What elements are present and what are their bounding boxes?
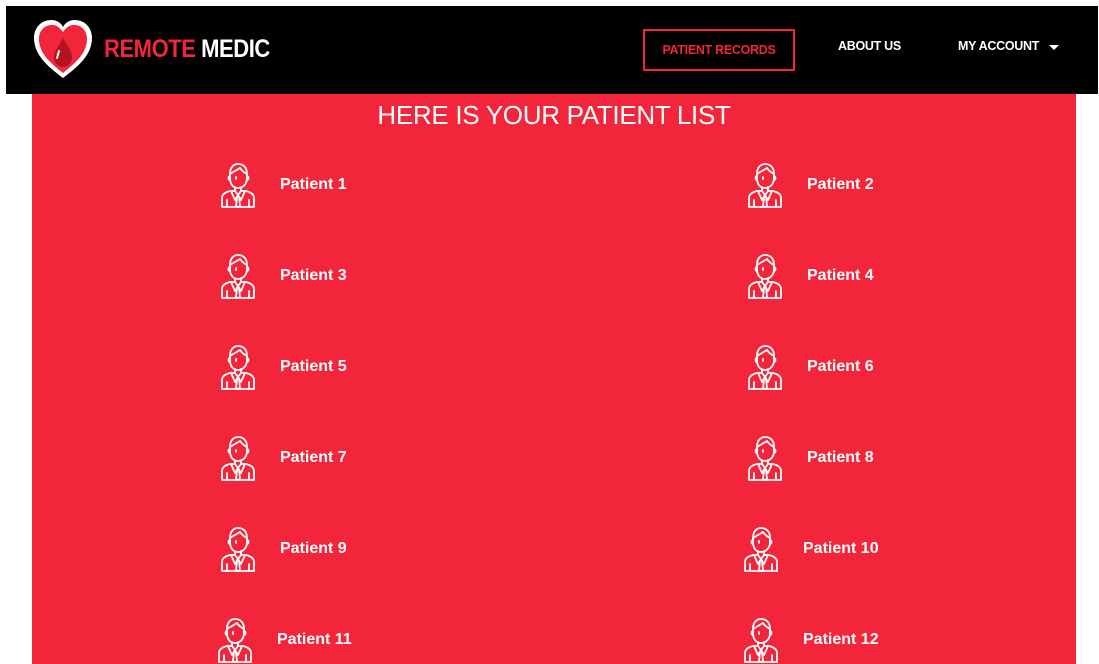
patient-avatar-icon (220, 162, 256, 208)
caret-down-icon (1049, 44, 1060, 50)
nav-about-us-link[interactable]: ABOUT US (838, 39, 901, 53)
brand-name: REMOTE MEDIC (104, 35, 270, 64)
brand[interactable]: REMOTE MEDIC (30, 16, 292, 82)
patient-name: Patient 10 (803, 540, 879, 557)
patient-item-12[interactable]: Patient 12 (743, 617, 879, 663)
top-navbar: REMOTE MEDIC PATIENT RECORDS ABOUT US MY… (6, 6, 1098, 94)
patient-item-7[interactable]: Patient 7 (220, 435, 347, 481)
patient-name: Patient 6 (807, 358, 874, 375)
patient-avatar-icon (747, 253, 783, 299)
patient-avatar-icon (743, 526, 779, 572)
patient-item-2[interactable]: Patient 2 (747, 162, 874, 208)
patient-item-11[interactable]: Patient 11 (217, 617, 352, 663)
patient-item-6[interactable]: Patient 6 (747, 344, 874, 390)
patient-avatar-icon (747, 162, 783, 208)
patient-name: Patient 11 (277, 631, 352, 648)
patient-avatar-icon (217, 617, 253, 663)
patient-item-4[interactable]: Patient 4 (747, 253, 874, 299)
nav-my-account-label: MY ACCOUNT (958, 39, 1040, 53)
patient-name: Patient 5 (280, 358, 347, 375)
patient-name: Patient 3 (280, 267, 347, 284)
patient-avatar-icon (747, 435, 783, 481)
patient-name: Patient 4 (807, 267, 874, 284)
patient-name: Patient 9 (280, 540, 347, 557)
patient-list-panel: HERE IS YOUR PATIENT LIST Patient 1 Pati… (32, 94, 1076, 664)
nav-patient-records-button[interactable]: PATIENT RECORDS (643, 29, 795, 71)
patient-avatar-icon (220, 526, 256, 572)
patient-item-5[interactable]: Patient 5 (220, 344, 347, 390)
patient-name: Patient 7 (280, 449, 347, 466)
patient-name: Patient 12 (803, 631, 879, 648)
patient-item-10[interactable]: Patient 10 (743, 526, 879, 572)
heart-blood-drop-icon (34, 20, 92, 78)
brand-name-medic: MEDIC (201, 34, 270, 63)
patient-item-3[interactable]: Patient 3 (220, 253, 347, 299)
patient-avatar-icon (220, 253, 256, 299)
patient-avatar-icon (220, 435, 256, 481)
patient-avatar-icon (220, 344, 256, 390)
patient-avatar-icon (743, 617, 779, 663)
patient-item-8[interactable]: Patient 8 (747, 435, 874, 481)
patient-name: Patient 8 (807, 449, 874, 466)
patient-item-9[interactable]: Patient 9 (220, 526, 347, 572)
nav-about-us-label: ABOUT US (838, 39, 901, 53)
patient-item-1[interactable]: Patient 1 (220, 162, 347, 208)
patient-name: Patient 1 (280, 176, 347, 193)
patient-name: Patient 2 (807, 176, 874, 193)
nav-my-account-dropdown[interactable]: MY ACCOUNT (958, 39, 1060, 53)
page-title: HERE IS YOUR PATIENT LIST (377, 100, 731, 130)
brand-name-remote: REMOTE (104, 34, 196, 63)
nav-patient-records-label: PATIENT RECORDS (662, 43, 776, 57)
patient-avatar-icon (747, 344, 783, 390)
